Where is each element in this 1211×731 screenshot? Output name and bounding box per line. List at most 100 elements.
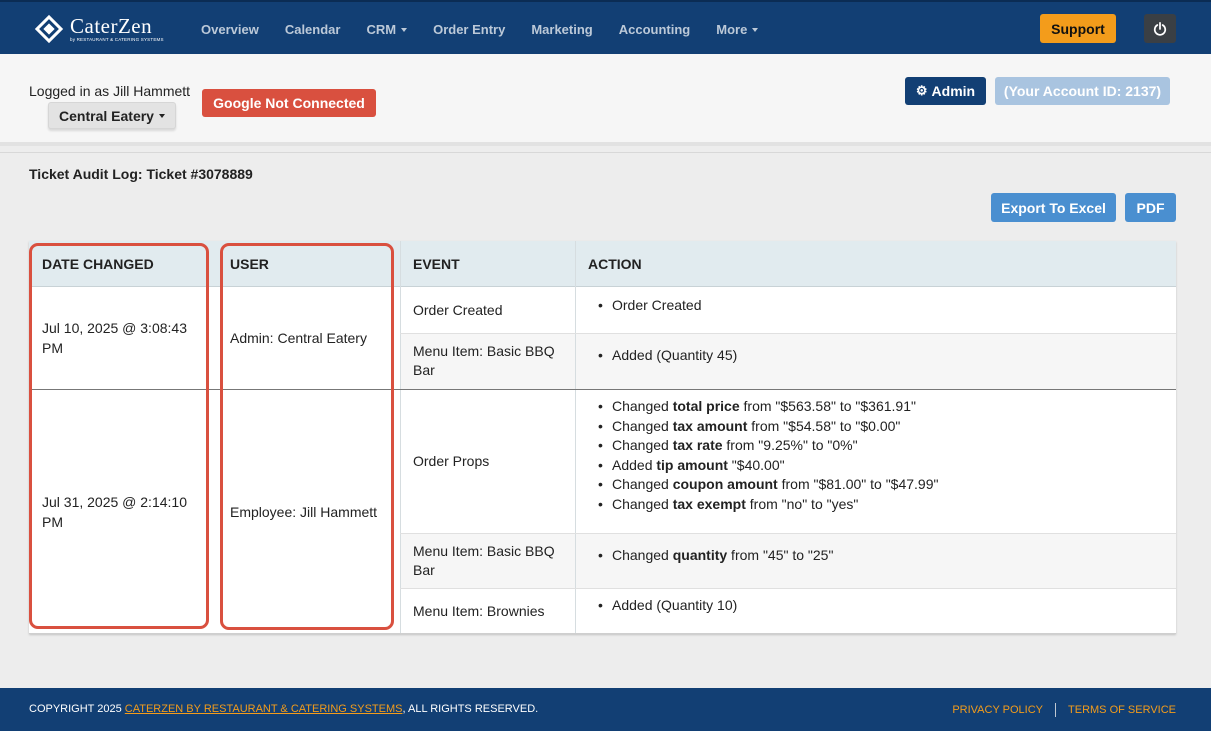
column-divider xyxy=(575,241,576,634)
action-text: "$40.00" xyxy=(727,456,785,473)
action-field: total price xyxy=(672,398,740,414)
action-text: Added (Quantity 10) xyxy=(612,597,738,613)
account-header: Logged in as Jill Hammett Central Eatery… xyxy=(0,54,1211,146)
power-icon xyxy=(1153,21,1167,36)
action-item: • Changed tax amount from "$54.58" to "$0… xyxy=(598,417,938,437)
action-item: • Changed tax exempt from "no" to "yes" xyxy=(598,495,938,515)
bullet-icon: • xyxy=(598,456,603,473)
header-event[interactable]: EVENT xyxy=(413,241,460,287)
location-dropdown[interactable]: Central Eatery xyxy=(48,102,176,129)
top-navbar: CaterZen by RESTAURANT & CATERING SYSTEM… xyxy=(0,0,1211,54)
action-field: tax rate xyxy=(672,437,723,453)
cell-event: Order Created xyxy=(413,302,503,318)
action-text: Changed xyxy=(612,476,673,492)
nav-crm[interactable]: CRM xyxy=(366,21,408,37)
action-text: Order Created xyxy=(612,297,702,313)
bullet-icon: • xyxy=(598,347,603,363)
copyright-suffix: , ALL RIGHTS RESERVED. xyxy=(402,703,539,715)
google-status-button[interactable]: Google Not Connected xyxy=(202,89,376,117)
footer: COPYRIGHT 2025 CATERZEN BY RESTAURANT & … xyxy=(0,688,1211,731)
copyright-prefix: COPYRIGHT 2025 xyxy=(29,703,125,715)
action-text: Changed xyxy=(612,417,673,434)
logout-button[interactable] xyxy=(1144,14,1176,43)
nav-more[interactable]: More xyxy=(716,21,759,37)
cell-event: Menu Item: Basic BBQ Bar xyxy=(413,542,555,578)
header-action[interactable]: ACTION xyxy=(588,241,642,287)
action-item: • Changed tax rate from "9.25%" to "0%" xyxy=(598,436,938,456)
nav-accounting[interactable]: Accounting xyxy=(619,22,691,37)
nav-marketing-label: Marketing xyxy=(531,21,593,37)
admin-label: Admin xyxy=(931,83,976,99)
nav-overview-label: Overview xyxy=(201,21,259,37)
bullet-icon: • xyxy=(598,495,603,512)
action-text: Added (Quantity 45) xyxy=(612,347,738,363)
bullet-icon: • xyxy=(598,437,603,453)
bullet-icon: • xyxy=(598,476,603,492)
nav-crm-label: CRM xyxy=(366,21,397,37)
action-text: from "no" to "yes" xyxy=(745,495,859,512)
nav-more-label: More xyxy=(716,21,748,37)
privacy-policy-link[interactable]: PRIVACY POLICY xyxy=(952,704,1043,716)
action-item: • Changed quantity from "45" to "25" xyxy=(598,546,833,566)
main-nav: Overview Calendar CRM Order Entry Market… xyxy=(188,2,771,56)
divider xyxy=(0,152,1211,153)
action-item: • Changed coupon amount from "$81.00" to … xyxy=(598,475,938,495)
nav-order-entry-label: Order Entry xyxy=(433,21,506,37)
bullet-icon: • xyxy=(598,297,603,313)
action-text: from "$563.58" to "$361.91" xyxy=(739,398,916,414)
action-field: tax exempt xyxy=(672,495,746,512)
caterzen-logo[interactable]: CaterZen by RESTAURANT & CATERING SYSTEM… xyxy=(34,12,164,46)
page-title: Ticket Audit Log: Ticket #3078889 xyxy=(29,166,253,182)
action-list: • Added (Quantity 10) xyxy=(598,596,737,616)
audit-log-table: DATE CHANGED USER EVENT ACTION Jul 10, 2… xyxy=(29,241,1176,634)
chevron-down-icon xyxy=(158,113,165,118)
nav-calendar[interactable]: Calendar xyxy=(285,22,341,37)
logo-diamond-icon xyxy=(34,14,64,44)
pdf-button[interactable]: PDF xyxy=(1125,193,1176,222)
chevron-down-icon xyxy=(752,28,759,33)
action-text: from "9.25%" to "0%" xyxy=(722,437,858,453)
company-link[interactable]: CATERZEN BY RESTAURANT & CATERING SYSTEM… xyxy=(125,703,403,715)
action-text: Changed xyxy=(612,398,673,414)
cell-event: Menu Item: Brownies xyxy=(413,602,545,619)
action-list: • Changed total price from "$563.58" to "… xyxy=(598,397,938,514)
action-list: • Order Created xyxy=(598,296,701,316)
cell-event: Menu Item: Basic BBQ Bar xyxy=(413,343,555,378)
copyright-text: COPYRIGHT 2025 CATERZEN BY RESTAURANT & … xyxy=(29,703,538,715)
action-field: quantity xyxy=(672,547,728,563)
admin-button[interactable]: ⚙ Admin xyxy=(905,77,986,105)
footer-divider xyxy=(1055,703,1057,717)
bullet-icon: • xyxy=(598,398,603,414)
action-text: from "$54.58" to "$0.00" xyxy=(747,417,901,434)
nav-marketing[interactable]: Marketing xyxy=(531,22,592,37)
column-divider xyxy=(400,241,401,634)
support-button[interactable]: Support xyxy=(1040,14,1116,43)
highlight-date-column xyxy=(29,243,209,629)
bullet-icon: • xyxy=(598,417,603,434)
action-text: from "$81.00" to "$47.99" xyxy=(777,476,939,492)
action-item: • Added (Quantity 10) xyxy=(598,596,737,616)
logo-subtitle: by RESTAURANT & CATERING SYSTEMS xyxy=(70,36,164,42)
action-text: from "45" to "25" xyxy=(727,547,834,563)
terms-of-service-link[interactable]: TERMS OF SERVICE xyxy=(1068,704,1176,716)
action-item: • Changed total price from "$563.58" to "… xyxy=(598,397,938,417)
export-excel-button[interactable]: Export To Excel xyxy=(991,193,1116,222)
nav-overview[interactable]: Overview xyxy=(201,22,259,37)
action-text: Changed xyxy=(612,547,673,563)
action-item: • Added (Quantity 45) xyxy=(598,346,737,366)
action-text: Added xyxy=(612,456,657,473)
logged-in-text: Logged in as Jill Hammett xyxy=(29,83,191,99)
chevron-down-icon xyxy=(401,28,408,33)
nav-order-entry[interactable]: Order Entry xyxy=(433,22,505,37)
action-text: Changed xyxy=(612,437,673,453)
action-field: tax amount xyxy=(672,417,748,434)
action-list: • Added (Quantity 45) xyxy=(598,346,737,366)
nav-calendar-label: Calendar xyxy=(284,21,341,37)
action-item: • Order Created xyxy=(598,296,701,316)
cell-event: Order Props xyxy=(413,453,490,469)
account-id-badge: (Your Account ID: 2137) xyxy=(995,77,1170,105)
bullet-icon: • xyxy=(598,547,603,563)
action-field: tip amount xyxy=(656,456,728,473)
logo-name: CaterZen xyxy=(70,13,153,38)
highlight-user-column xyxy=(220,243,394,630)
